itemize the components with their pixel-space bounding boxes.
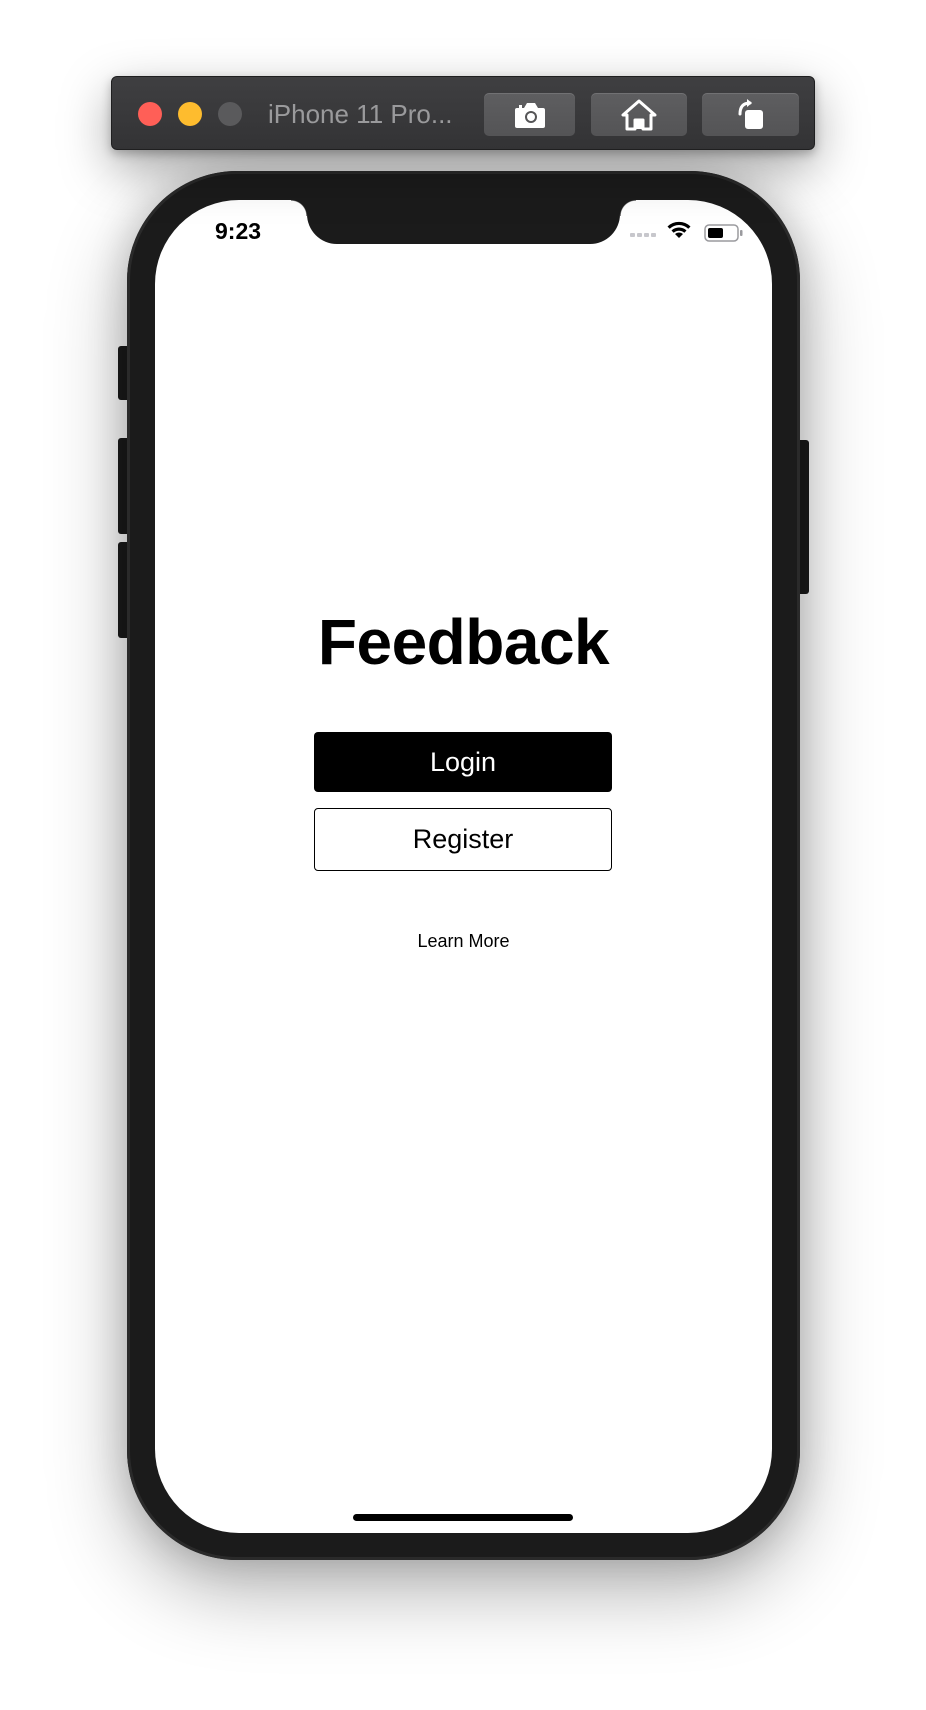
login-button[interactable]: Login bbox=[314, 732, 612, 792]
rotate-button[interactable] bbox=[702, 93, 799, 136]
minimize-window-button[interactable] bbox=[178, 102, 202, 126]
zoom-window-button[interactable] bbox=[218, 102, 242, 126]
app-title: Feedback bbox=[317, 606, 610, 678]
notch bbox=[291, 200, 636, 244]
rotate-icon bbox=[734, 98, 768, 132]
simulator-stage: iPhone 11 Pro... 9:23 Feedback Login Reg… bbox=[0, 0, 926, 1710]
home-indicator[interactable] bbox=[353, 1514, 573, 1521]
battery-icon bbox=[704, 224, 744, 247]
close-window-button[interactable] bbox=[138, 102, 162, 126]
simulator-toolbar: iPhone 11 Pro... bbox=[111, 76, 815, 150]
home-icon bbox=[621, 99, 657, 131]
register-button[interactable]: Register bbox=[314, 808, 612, 871]
simulator-title: iPhone 11 Pro... bbox=[268, 99, 453, 129]
home-button[interactable] bbox=[591, 93, 687, 136]
device-screen: 9:23 Feedback Login Register Learn More bbox=[155, 200, 772, 1533]
learn-more-link[interactable]: Learn More bbox=[155, 930, 772, 952]
screenshot-button[interactable] bbox=[484, 93, 575, 136]
cell-signal-icon bbox=[630, 222, 658, 243]
wifi-icon bbox=[666, 220, 692, 245]
status-time: 9:23 bbox=[215, 218, 262, 244]
camera-icon bbox=[513, 100, 547, 130]
